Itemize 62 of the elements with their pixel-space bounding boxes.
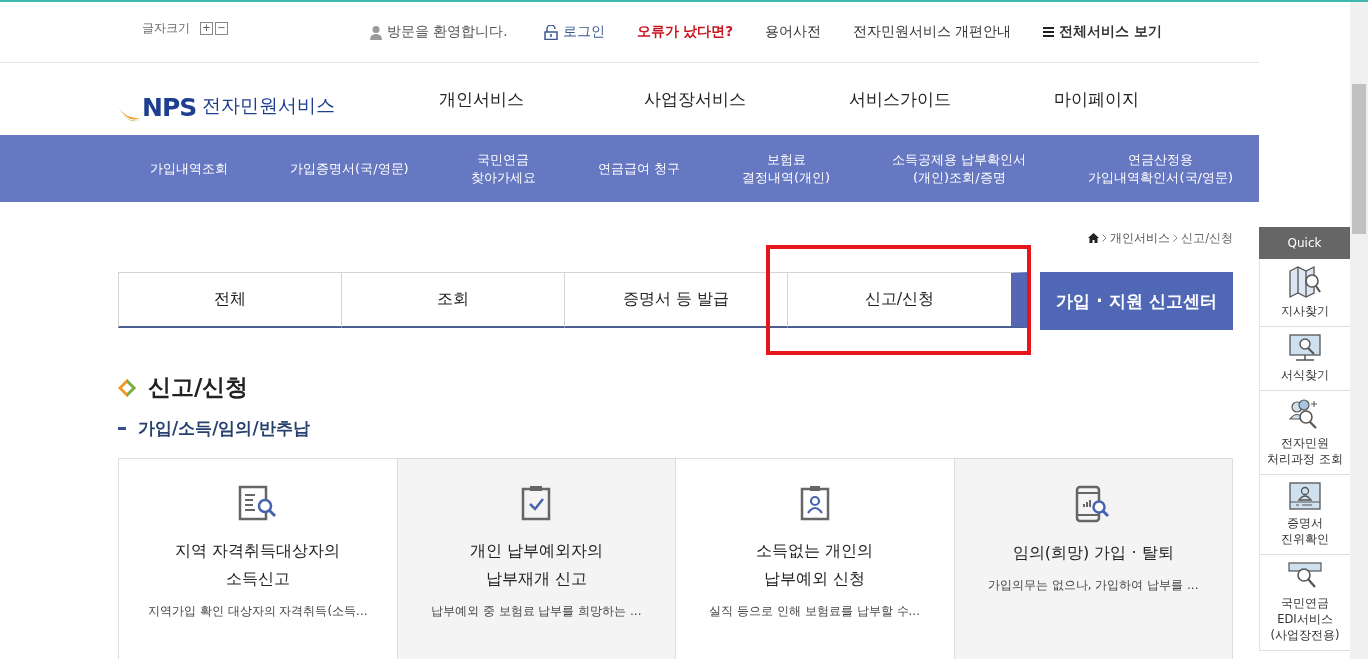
monitor-search-icon (1288, 333, 1322, 363)
breadcrumb-link[interactable]: 개인서비스 (1110, 230, 1171, 246)
scrollbar[interactable] (1350, 2, 1368, 659)
nav-menu-item[interactable]: 개인서비스 (439, 87, 644, 111)
top-link[interactable]: 용어사전 (765, 23, 822, 42)
card-title: 임의(희망) 가입 · 탈퇴 (1012, 542, 1174, 564)
quick-service-link[interactable]: 연금산정용 가입내역확인서(국/영문) (1088, 150, 1233, 187)
tab[interactable]: 전체 (118, 272, 341, 328)
subsection-title: 가입/소득/임의/반추납 (138, 417, 310, 440)
card-description: 납부예외 중 보험료 납부를 희망하는 ... (431, 603, 642, 620)
home-icon (1088, 233, 1100, 243)
login-link[interactable]: 로그인 (562, 23, 605, 42)
card-title: 개인 납부예외자의 납부재개 신고 (469, 540, 603, 590)
breadcrumb-link[interactable]: 신고/신청 (1181, 230, 1233, 246)
quick-service-link[interactable]: 국민연금 찾아가세요 (470, 150, 536, 187)
quick-menu-item[interactable]: 증명서 진위확인 (1259, 475, 1350, 555)
chevron-icon (1102, 234, 1108, 242)
document-search-icon (237, 485, 278, 521)
tab[interactable]: 조회 (341, 272, 564, 328)
quick-menu-title: Quick (1259, 227, 1350, 259)
dash-icon (118, 427, 126, 430)
card-title: 소득없는 개인의 납부예외 신청 (756, 540, 874, 590)
lock-icon (543, 24, 558, 40)
nav-menu-item[interactable]: 서비스가이드 (849, 87, 1054, 111)
report-center-button[interactable]: 가입 · 지원 신고센터 (1040, 272, 1233, 330)
id-badge-icon (799, 485, 830, 521)
nav-menu-item[interactable]: 마이페이지 (1054, 87, 1259, 111)
card-description: 실직 등으로 인해 보험료를 납부할 수... (709, 603, 920, 620)
error-help-link[interactable]: 오류가 났다면? (636, 23, 734, 42)
font-size-button[interactable]: + (200, 21, 213, 35)
tab[interactable]: 신고/신청 (787, 272, 1029, 328)
quick-menu-item[interactable]: 서식찾기 (1259, 327, 1350, 391)
card-description: 가입의무는 없으나, 가입하여 납부를 ... (988, 577, 1199, 594)
quick-service-link[interactable]: 가입증명서(국/영문) (290, 159, 409, 178)
all-services-link[interactable]: 전체서비스 보기 (1059, 23, 1163, 42)
quick-service-link[interactable]: 보험료 결정내역(개인) (742, 150, 831, 187)
diamond-icon (118, 378, 136, 397)
map-search-icon (1288, 265, 1322, 299)
welcome-text: 방문을 환영합니다. (387, 23, 508, 42)
certificate-icon (1288, 481, 1322, 511)
quick-service-link[interactable]: 소득공제용 납부확인서 (개인)조회/증명 (892, 150, 1027, 187)
top-link[interactable]: 전자민원서비스 개편안내 (853, 23, 1012, 42)
scrollbar-thumb[interactable] (1352, 84, 1366, 234)
logo-name: 전자민원서비스 (202, 93, 336, 119)
clipboard-check-icon (521, 485, 552, 521)
nav-menu-item[interactable]: 사업장서비스 (644, 87, 849, 111)
service-card[interactable]: 개인 납부예외자의 납부재개 신고 납부예외 중 보험료 납부를 희망하는 ... (397, 459, 676, 659)
logo-mark: NPS (142, 93, 197, 123)
quick-service-link[interactable]: 가입내역조회 (150, 159, 228, 178)
service-card[interactable]: 임의(희망) 가입 · 탈퇴 가입의무는 없으나, 가입하여 납부를 ... (954, 459, 1232, 659)
font-size-label: 글자크기 (142, 19, 190, 37)
font-size-button[interactable]: − (215, 21, 228, 35)
quick-service-link[interactable]: 연금급여 청구 (597, 159, 680, 178)
section-title: 신고/신청 (148, 373, 249, 402)
person-icon (370, 24, 382, 40)
card-description: 지역가입 확인 대상자의 자격취득(소득... (147, 603, 368, 620)
quick-menu-item[interactable]: 지사찾기 (1259, 259, 1350, 327)
card-title: 지역 자격취득대상자의 소득신고 (175, 540, 341, 590)
phone-chart-icon (1075, 485, 1112, 523)
chevron-icon (1173, 234, 1179, 242)
tab[interactable]: 증명서 등 발급 (564, 272, 787, 328)
menu-icon (1043, 27, 1055, 38)
